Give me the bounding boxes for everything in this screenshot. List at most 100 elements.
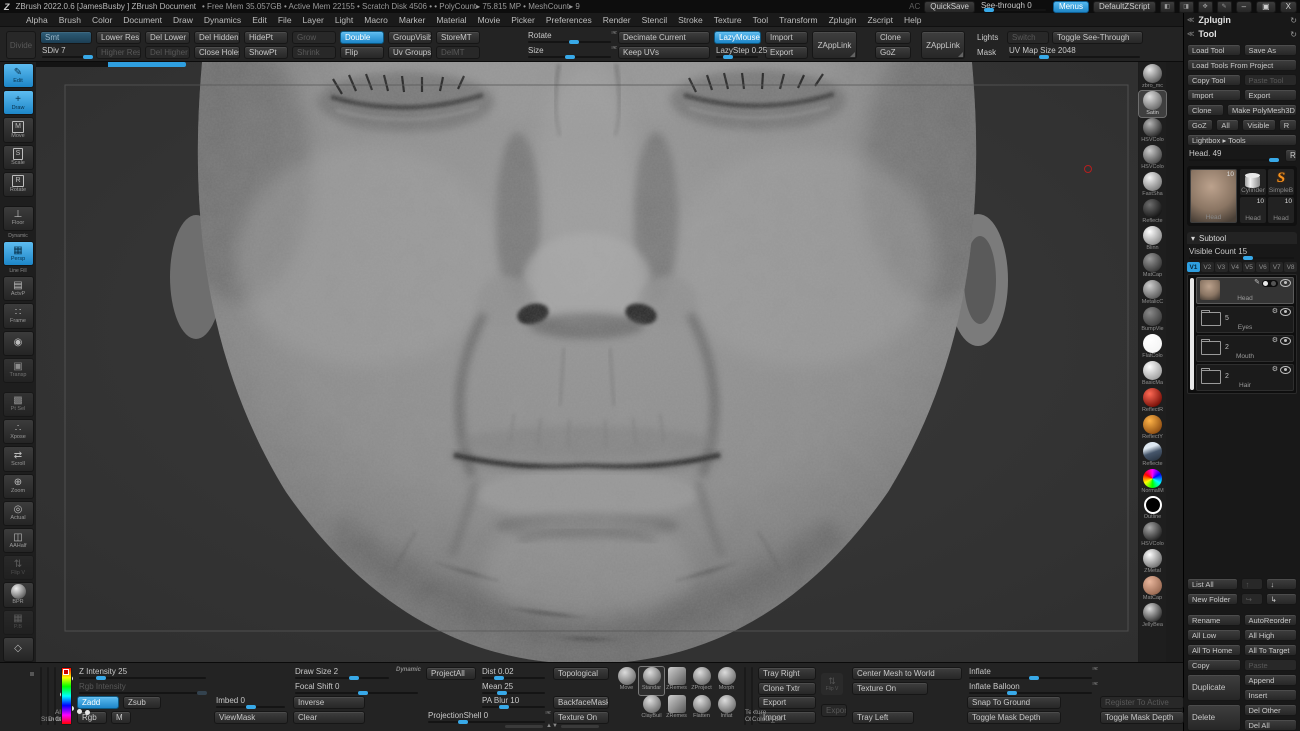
decimate-current-button[interactable]: Decimate Current bbox=[618, 31, 710, 44]
slider-handle[interactable] bbox=[1029, 676, 1039, 680]
menu-marker[interactable]: Marker bbox=[399, 15, 425, 25]
slider-handle[interactable] bbox=[723, 55, 733, 59]
move-down-button[interactable]: ↓ bbox=[1266, 578, 1297, 590]
menus-toggle-button[interactable]: Menus bbox=[1053, 1, 1089, 13]
brush-zremes[interactable]: ZRemes bbox=[664, 695, 689, 723]
default-zscript-button[interactable]: DefaultZScript bbox=[1093, 1, 1156, 13]
projectall-button[interactable]: ProjectAll bbox=[426, 667, 476, 680]
gear-icon[interactable]: ⚙ bbox=[1272, 337, 1278, 345]
menu-draw[interactable]: Draw bbox=[173, 15, 193, 25]
inverse-button[interactable]: Inverse bbox=[293, 696, 365, 709]
uv-map-size-slider[interactable]: UV Map Size 2048 bbox=[1007, 46, 1143, 59]
export-button[interactable]: Export bbox=[765, 46, 808, 59]
tray-resize-handle[interactable]: ▲▼ bbox=[505, 723, 599, 729]
subtool-section-header[interactable]: ▾Subtool bbox=[1187, 232, 1297, 244]
goz-button[interactable]: GoZ bbox=[1187, 119, 1213, 131]
z-intensity-slider[interactable]: Z Intensity 25 bbox=[77, 667, 209, 680]
material-hsvcolo[interactable]: HSVColo bbox=[1139, 522, 1166, 548]
inflate-balloon-slider[interactable]: Inflate Balloon≡▾z bbox=[967, 682, 1095, 695]
brush-claybuil[interactable]: ClayBuil bbox=[639, 695, 664, 723]
pt-sel-button[interactable]: ▩Pt Sel bbox=[3, 392, 34, 417]
hue-strip[interactable] bbox=[62, 668, 71, 724]
texture-off-thumbnail[interactable]: Texture Off bbox=[744, 667, 746, 725]
menu-render[interactable]: Render bbox=[603, 15, 631, 25]
slider-handle[interactable] bbox=[497, 691, 507, 695]
menu-document[interactable]: Document bbox=[123, 15, 162, 25]
tool-head-thumbnail[interactable]: 10Head bbox=[1268, 197, 1294, 223]
toggle-mask-depth-button[interactable]: Toggle Mask Depth bbox=[1100, 711, 1184, 724]
m-button[interactable]: M bbox=[111, 711, 131, 724]
slider-handle[interactable] bbox=[1007, 691, 1017, 695]
zplugin-palette-header[interactable]: ≪Zplugin↻ bbox=[1187, 13, 1297, 27]
rename-button[interactable]: Rename bbox=[1187, 614, 1241, 626]
close-holes-button[interactable]: Close Holes bbox=[194, 46, 240, 59]
eye-icon[interactable] bbox=[1280, 279, 1291, 287]
brush-tool-icon[interactable]: ✎ bbox=[1217, 1, 1232, 13]
menu-movie[interactable]: Movie bbox=[478, 15, 501, 25]
material-outline[interactable]: Outline bbox=[1139, 496, 1166, 521]
del-lower-button[interactable]: Del Lower bbox=[145, 31, 190, 44]
lower-res-button[interactable]: Lower Res bbox=[96, 31, 141, 44]
copy-button[interactable]: Copy bbox=[1187, 659, 1241, 671]
clone-button[interactable]: Clone bbox=[875, 31, 911, 44]
brush-zremes[interactable]: ZRemes bbox=[664, 667, 689, 695]
del-other-button[interactable]: Del Other bbox=[1244, 704, 1298, 716]
inflate-slider[interactable]: Inflate≡▾z bbox=[967, 667, 1095, 680]
color-picker[interactable] bbox=[61, 667, 72, 725]
zapplink-button[interactable]: ZAppLink bbox=[812, 31, 857, 59]
menu-stencil[interactable]: Stencil bbox=[642, 15, 668, 25]
draw-size-slider[interactable]: Draw Size 2 bbox=[293, 667, 392, 680]
double-button[interactable]: Double bbox=[340, 31, 384, 44]
material-bumpvie[interactable]: BumpVie bbox=[1139, 307, 1166, 333]
menu-preferences[interactable]: Preferences bbox=[546, 15, 592, 25]
make-polymesh3d-button[interactable]: Make PolyMesh3D bbox=[1227, 104, 1297, 116]
r-button[interactable]: R bbox=[1279, 119, 1297, 131]
reload-icon[interactable]: ↻ bbox=[1290, 16, 1297, 25]
rotate-button[interactable]: RRotate bbox=[3, 172, 34, 197]
tray-left-button[interactable]: Tray Left bbox=[852, 711, 914, 724]
menu-help[interactable]: Help bbox=[904, 15, 921, 25]
visible-count-slider[interactable]: Visible Count 15 bbox=[1187, 247, 1297, 260]
hidept-button[interactable]: HidePt bbox=[244, 31, 288, 44]
load-tool-button[interactable]: Load Tool bbox=[1187, 44, 1241, 56]
menu-material[interactable]: Material bbox=[436, 15, 466, 25]
menu-light[interactable]: Light bbox=[335, 15, 353, 25]
all-to-target-button[interactable]: All To Target bbox=[1244, 644, 1298, 656]
del-hidden-button[interactable]: Del Hidden bbox=[194, 31, 240, 44]
menu-brush[interactable]: Brush bbox=[59, 15, 81, 25]
tab-v8[interactable]: V8 bbox=[1284, 262, 1297, 272]
save-as-button[interactable]: Save As bbox=[1244, 44, 1298, 56]
clone-button[interactable]: Clone bbox=[1187, 104, 1224, 116]
tab-v6[interactable]: V6 bbox=[1256, 262, 1269, 272]
menu-macro[interactable]: Macro bbox=[364, 15, 388, 25]
hand-tool-icon[interactable]: ✥ bbox=[1198, 1, 1213, 13]
subtool-row-hair[interactable]: 2⚙Hair bbox=[1196, 364, 1294, 391]
uv-groups-button[interactable]: Uv Groups bbox=[388, 46, 432, 59]
gear-icon[interactable]: ⚙ bbox=[1272, 366, 1278, 374]
all-low-button[interactable]: All Low bbox=[1187, 629, 1241, 641]
menu-stroke[interactable]: Stroke bbox=[678, 15, 703, 25]
size-slider[interactable]: Size≡▾z bbox=[526, 46, 614, 59]
menu-picker[interactable]: Picker bbox=[511, 15, 535, 25]
texture-on-button[interactable]: Texture On bbox=[852, 682, 928, 695]
tool-head-thumbnail[interactable]: 10Head bbox=[1240, 197, 1266, 223]
flip-button[interactable]: Flip bbox=[340, 46, 384, 59]
goz-button[interactable]: GoZ bbox=[875, 46, 911, 59]
new-folder-button[interactable]: New Folder bbox=[1187, 593, 1238, 605]
tray-right-button[interactable]: Tray Right bbox=[758, 667, 816, 680]
move-button[interactable]: MMove bbox=[3, 117, 34, 142]
item-button[interactable]: ◇ bbox=[3, 637, 34, 662]
all-high-button[interactable]: All High bbox=[1244, 629, 1298, 641]
menu-layer[interactable]: Layer bbox=[303, 15, 324, 25]
material-hsvcolo[interactable]: HSVColo bbox=[1139, 118, 1166, 144]
brush-thumbnail-standard[interactable]: Standard bbox=[40, 667, 42, 725]
mean-slider[interactable]: Mean 25 bbox=[480, 682, 548, 695]
actvp-button[interactable]: ▤ActvP bbox=[3, 276, 34, 301]
all-to-home-button[interactable]: All To Home bbox=[1187, 644, 1241, 656]
transp-button[interactable]: ▣Transp bbox=[3, 358, 34, 383]
tool-cylinder3d-thumbnail[interactable]: Cylinder bbox=[1240, 169, 1266, 195]
slider-handle[interactable] bbox=[1269, 158, 1279, 162]
slider-handle[interactable] bbox=[96, 676, 106, 680]
projection-shell-slider[interactable]: ProjectionShell 0≡▾z bbox=[426, 711, 548, 724]
material-metalicc[interactable]: MetalicC bbox=[1139, 280, 1166, 306]
